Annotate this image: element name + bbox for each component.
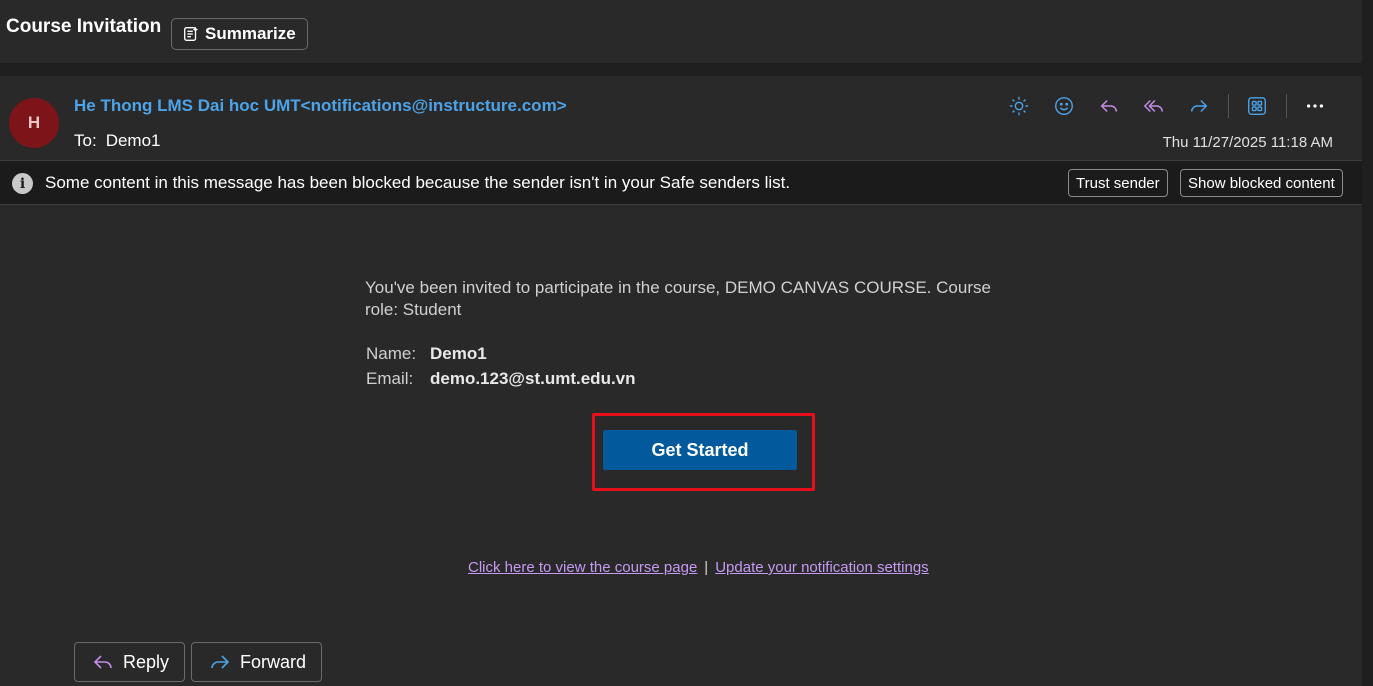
forward-button[interactable]: Forward <box>191 642 323 682</box>
forward-icon <box>1190 99 1208 113</box>
more-icon <box>1306 104 1324 108</box>
summarize-label: Summarize <box>205 24 296 43</box>
apps-button[interactable] <box>1240 92 1274 120</box>
actions-divider-2 <box>1286 94 1287 118</box>
name-row: Name: Demo1 <box>366 344 487 364</box>
footer-links: Click here to view the course page | Upd… <box>468 559 929 576</box>
forward-label: Forward <box>240 651 307 672</box>
subject-title: Course Invitation <box>6 16 162 37</box>
message-pane: H He Thong LMS Dai hoc UMT<notifications… <box>0 76 1362 686</box>
reply-all-action-button[interactable] <box>1137 92 1171 120</box>
summarize-button[interactable]: Summarize <box>171 18 308 50</box>
link-separator: | <box>704 559 709 576</box>
sun-icon <box>1009 96 1029 116</box>
actions-divider <box>1228 94 1229 118</box>
trust-sender-button[interactable]: Trust sender <box>1068 169 1168 197</box>
reply-icon <box>93 655 112 669</box>
sun-button[interactable] <box>1002 92 1036 120</box>
notification-settings-link[interactable]: Update your notification settings <box>715 559 928 576</box>
emoji-button[interactable] <box>1047 92 1081 120</box>
reply-label: Reply <box>123 651 170 672</box>
sender-name[interactable]: He Thong LMS Dai hoc UMT<notifications@i… <box>74 96 567 116</box>
message-actions <box>991 92 1332 120</box>
email-value: demo.123@st.umt.edu.vn <box>430 369 636 388</box>
forward-icon <box>211 655 230 669</box>
blocked-message: Some content in this message has been bl… <box>45 173 791 192</box>
more-button[interactable] <box>1298 92 1332 120</box>
reply-icon <box>1100 99 1118 113</box>
course-page-link[interactable]: Click here to view the course page <box>468 559 697 576</box>
name-value: Demo1 <box>430 344 487 363</box>
reply-button[interactable]: Reply <box>74 642 186 682</box>
message-date: Thu 11/27/2025 11:18 AM <box>1162 134 1333 151</box>
info-icon: i <box>12 173 33 194</box>
to-recipient[interactable]: Demo1 <box>106 131 161 151</box>
invite-text: You've been invited to participate in th… <box>365 278 991 319</box>
get-started-button[interactable]: Get Started <box>603 430 797 470</box>
reply-action-button[interactable] <box>1092 92 1126 120</box>
avatar[interactable]: H <box>9 98 59 148</box>
reply-all-icon <box>1143 99 1163 113</box>
reply-toolbar: Reply Forward <box>74 642 323 682</box>
summarize-icon <box>184 26 199 41</box>
forward-action-button[interactable] <box>1182 92 1216 120</box>
emoji-icon <box>1055 97 1073 115</box>
to-row: To: Demo1 <box>74 131 161 151</box>
apps-icon <box>1248 97 1266 115</box>
subject-bar: Course Invitation Summarize <box>0 0 1362 63</box>
email-row: Email: demo.123@st.umt.edu.vn <box>366 369 636 389</box>
to-label: To: <box>74 131 97 150</box>
show-blocked-content-button[interactable]: Show blocked content <box>1180 169 1343 197</box>
blocked-content-banner: i Some content in this message has been … <box>0 160 1362 205</box>
email-label: Email: <box>366 369 414 388</box>
name-label: Name: <box>366 344 417 363</box>
